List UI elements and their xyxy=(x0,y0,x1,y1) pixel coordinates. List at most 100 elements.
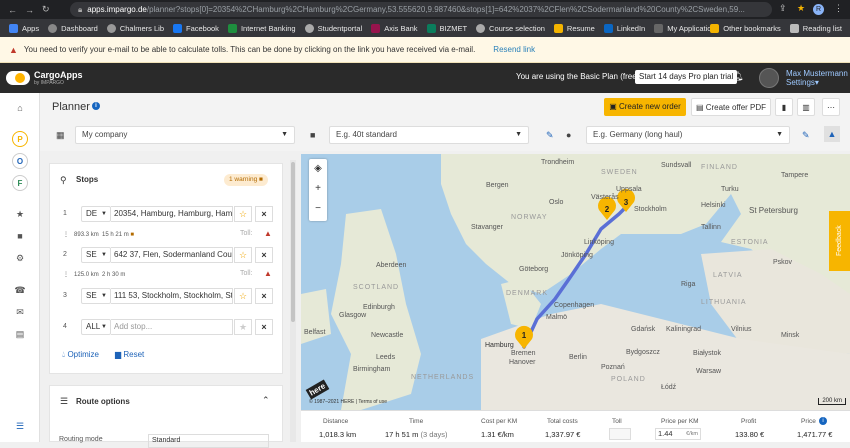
bookmark-apps[interactable]: Apps xyxy=(9,23,39,33)
bookmark-facebook[interactable]: Facebook xyxy=(173,23,219,33)
bell-icon[interactable]: 🔔︎ xyxy=(732,71,743,82)
zoom-out-button[interactable]: − xyxy=(309,199,327,219)
feedback-tab[interactable]: Feedback xyxy=(829,211,850,271)
mail-icon[interactable]: ✉ xyxy=(12,304,28,320)
favorite-star-icon[interactable]: ☆ xyxy=(234,288,252,304)
bookmark-linkedin[interactable]: LinkedIn xyxy=(603,23,645,33)
document-icon[interactable]: ☰ xyxy=(12,418,28,434)
driver-select[interactable]: E.g. Germany (long haul) ▼ xyxy=(586,126,790,144)
country-select[interactable]: SE ▼ xyxy=(81,247,111,263)
bookmark-reading[interactable]: Reading list xyxy=(789,23,842,33)
zoom-in-button[interactable]: + xyxy=(309,179,327,199)
map-label: Jönköping xyxy=(561,252,593,259)
bookmark-chalmers[interactable]: Chalmers Lib xyxy=(106,23,164,33)
rail-orders[interactable]: O xyxy=(12,153,28,169)
map-label: Aberdeen xyxy=(376,262,407,269)
stop-address-input[interactable]: 111 53, Stockholm, Stockholm, Stockholm xyxy=(111,288,233,304)
optimize-label: Optimize xyxy=(67,350,99,359)
bookmark-other[interactable]: Other bookmarks xyxy=(710,23,781,33)
more-button[interactable]: ⋯ xyxy=(822,98,840,116)
user-menu[interactable]: Max Mustermann Settings▾ xyxy=(786,69,848,87)
routing-mode-select[interactable]: Standard xyxy=(148,434,269,448)
company-select[interactable]: My company ▼ xyxy=(75,126,295,144)
remove-stop-button[interactable]: × xyxy=(255,288,273,304)
home-icon[interactable]: ⌂ xyxy=(12,100,28,116)
country-select[interactable]: ALL ▼ xyxy=(81,319,111,335)
folder-icon xyxy=(710,23,720,33)
create-offer-button[interactable]: ▤ Create offer PDF xyxy=(691,98,771,116)
remove-stop-button[interactable]: × xyxy=(255,247,273,263)
profile-avatar[interactable]: R xyxy=(813,4,824,15)
bookmark-star-icon[interactable]: ★ xyxy=(797,3,805,14)
bookmark-resume[interactable]: Resume xyxy=(553,23,595,33)
forward-icon[interactable]: → xyxy=(25,5,34,15)
route-options-panel[interactable]: ☰ Route options ⌃ Routing mode Standard xyxy=(49,385,283,448)
remove-stop-button[interactable]: × xyxy=(255,319,273,335)
pencil-icon[interactable]: ✎ xyxy=(802,130,810,141)
toll-warning-icon[interactable]: ▲ xyxy=(264,229,272,238)
bookmark-axis[interactable]: Axis Bank xyxy=(371,23,418,33)
resend-link[interactable]: Resend link xyxy=(493,45,535,54)
favorite-star-icon[interactable]: ☆ xyxy=(234,247,252,263)
stop-address-input[interactable]: 20354, Hamburg, Hamburg, Hamburg xyxy=(111,206,233,222)
rail-fleet[interactable]: F xyxy=(12,175,28,191)
avatar[interactable] xyxy=(759,68,779,88)
vehicle-select[interactable]: E.g. 40t standard ▼ xyxy=(329,126,529,144)
rail-planner[interactable]: P xyxy=(12,131,28,147)
map-copyright[interactable]: © 1987–2021 HERE | Terms of use xyxy=(309,399,387,405)
caret-down-icon: ▼ xyxy=(101,324,107,330)
order-icon: ▣ xyxy=(609,102,619,111)
warning-badge[interactable]: 1 warning ■ xyxy=(224,174,268,186)
summary-header: Price per KM xyxy=(661,418,699,425)
document-button[interactable]: ▮ xyxy=(775,98,793,116)
remove-stop-button[interactable]: × xyxy=(255,206,273,222)
favorite-star-icon[interactable]: ★ xyxy=(234,319,252,335)
linkedin-icon xyxy=(603,23,613,33)
toll-input[interactable] xyxy=(609,428,631,440)
country-select[interactable]: DE ▼ xyxy=(81,206,111,222)
phone-icon[interactable]: ☎ xyxy=(12,282,28,298)
route-map[interactable]: 1 2 3 Bergen Oslo Stockholm FINLAND Hels… xyxy=(301,154,850,410)
chevron-up-icon[interactable]: ⌃ xyxy=(262,395,270,406)
reset-button[interactable]: ▆ Reset xyxy=(115,350,144,359)
country-select[interactable]: SE ▼ xyxy=(81,288,111,304)
browser-menu-icon[interactable]: ⋮ xyxy=(834,3,843,14)
info-icon[interactable]: i xyxy=(819,417,827,425)
pencil-icon[interactable]: ✎ xyxy=(546,130,554,141)
course-icon xyxy=(476,23,486,33)
back-icon[interactable]: ← xyxy=(8,5,17,15)
toll-label: Toll: xyxy=(240,230,253,237)
bookmark-dashboard[interactable]: Dashboard xyxy=(48,23,98,33)
toll-warning-icon[interactable]: ▲ xyxy=(264,269,272,278)
star-icon[interactable]: ★ xyxy=(12,206,28,222)
price-per-km-input[interactable]: 1.44 €/km xyxy=(655,428,701,440)
scrollbar-thumb[interactable] xyxy=(291,162,295,322)
map-label: SCOTLAND xyxy=(353,284,400,291)
favorite-star-icon[interactable]: ☆ xyxy=(234,206,252,222)
cargoapps-logo[interactable]: CargoApps by IMPARGO xyxy=(6,70,83,86)
gear-icon[interactable]: ⚙ xyxy=(12,250,28,266)
info-icon[interactable]: i xyxy=(92,102,100,110)
stop-address-input[interactable]: 642 37, Flen, Sodermanland County, Swede… xyxy=(111,247,233,263)
map-label: Newcastle xyxy=(371,332,404,339)
share-icon[interactable]: ⇪ xyxy=(779,3,787,14)
create-order-button[interactable]: ▣ Create new order xyxy=(604,98,686,116)
map-label: LATVIA xyxy=(713,272,743,279)
address-bar[interactable]: 🔒︎ apps.impargo.de/planner?stops[0]=2035… xyxy=(70,2,772,17)
add-stop-input[interactable]: Add stop... xyxy=(111,319,233,335)
layers-icon[interactable]: ◈ xyxy=(309,159,327,179)
trial-button[interactable]: Start 14 days Pro plan trial xyxy=(635,70,738,84)
calculator-icon[interactable]: ▤ xyxy=(12,326,28,342)
optimize-button[interactable]: 💧︎ Optimize xyxy=(62,350,99,360)
bookmark-label: Dashboard xyxy=(61,23,98,33)
reload-icon[interactable]: ↻ xyxy=(42,4,50,15)
collapse-icon[interactable]: ▲ xyxy=(824,126,840,142)
bookmark-banking[interactable]: Internet Banking xyxy=(227,23,296,33)
truck-icon[interactable]: ■ xyxy=(12,228,28,244)
map-label: POLAND xyxy=(611,376,646,383)
bookmark-course[interactable]: Course selection xyxy=(476,23,545,33)
scrollbar[interactable] xyxy=(290,160,296,442)
bookmark-studentportal[interactable]: Studentportal xyxy=(304,23,362,33)
bookmark-bizmet[interactable]: BIZMET xyxy=(426,23,467,33)
chart-button[interactable]: ▥ xyxy=(797,98,815,116)
